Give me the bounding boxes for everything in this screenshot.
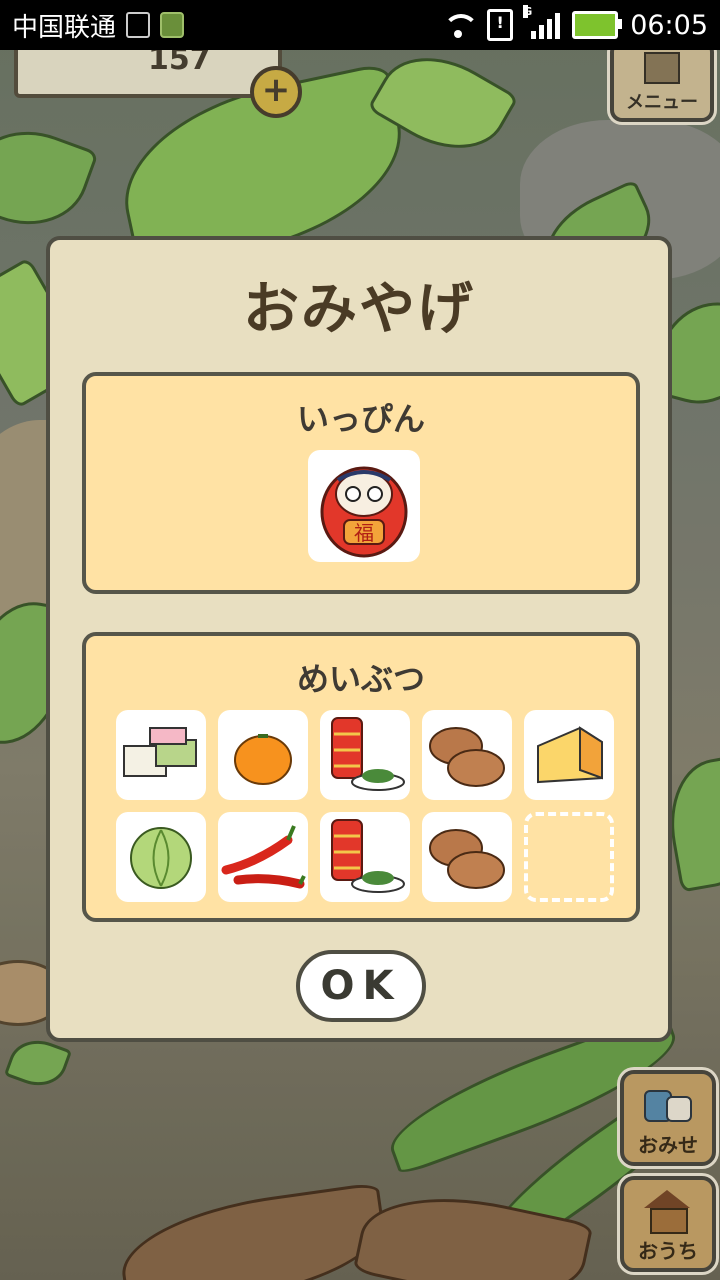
sim-warning-icon [126, 12, 151, 38]
daruma-character: 福 [354, 521, 374, 545]
specialty-slot-6[interactable] [116, 812, 206, 902]
specialty-panel: めいぶつ [82, 632, 640, 922]
mochi-sweets-icon [123, 727, 197, 777]
carrier-name: 中国联通 [12, 12, 117, 43]
specialty-slot-8[interactable] [320, 812, 410, 902]
daruma-icon: 福 [320, 466, 408, 558]
specialty-slot-4[interactable] [422, 710, 512, 800]
sim-alert-icon: ! [487, 9, 514, 41]
mandarin-orange-icon [234, 734, 292, 785]
network-type: G [523, 5, 533, 18]
red-peppers-icon [221, 825, 306, 889]
specialty-slot-empty[interactable] [524, 812, 614, 902]
specialty-slot-9[interactable] [422, 812, 512, 902]
app-notification-icon [160, 12, 185, 38]
treasure-title: いっぴん [296, 400, 425, 438]
wifi-icon [441, 12, 480, 38]
ok-button[interactable]: OK [296, 950, 426, 1022]
status-bar: 中国联通 ! G 06:05 [0, 0, 720, 50]
dialog-title: おみやげ [243, 277, 475, 342]
specialty-slot-7[interactable] [218, 812, 308, 902]
manju-buns-icon [429, 829, 505, 889]
specialty-slot-5[interactable] [524, 710, 614, 800]
specialty-title: めいぶつ [296, 660, 425, 698]
treasure-panel: いっぴん 福 [82, 372, 640, 594]
battery-icon [572, 11, 623, 39]
cheese-wedge-icon [537, 726, 603, 784]
signal-icon: G [523, 5, 561, 39]
specialty-slot-3[interactable] [320, 710, 410, 800]
souvenir-dialog: おみやげ いっぴん 福 めいぶつ OK [46, 236, 672, 1042]
status-icons: ! G 06:05 [441, 0, 708, 50]
cabbage-icon [130, 827, 192, 889]
specialty-slot-1[interactable] [116, 710, 206, 800]
treasure-slot[interactable]: 福 [308, 450, 420, 562]
manju-buns-icon [429, 727, 505, 787]
tea-can-icon [331, 819, 405, 893]
tea-can-icon [331, 717, 405, 791]
specialty-slot-2[interactable] [218, 710, 308, 800]
clock: 06:05 [630, 9, 708, 41]
